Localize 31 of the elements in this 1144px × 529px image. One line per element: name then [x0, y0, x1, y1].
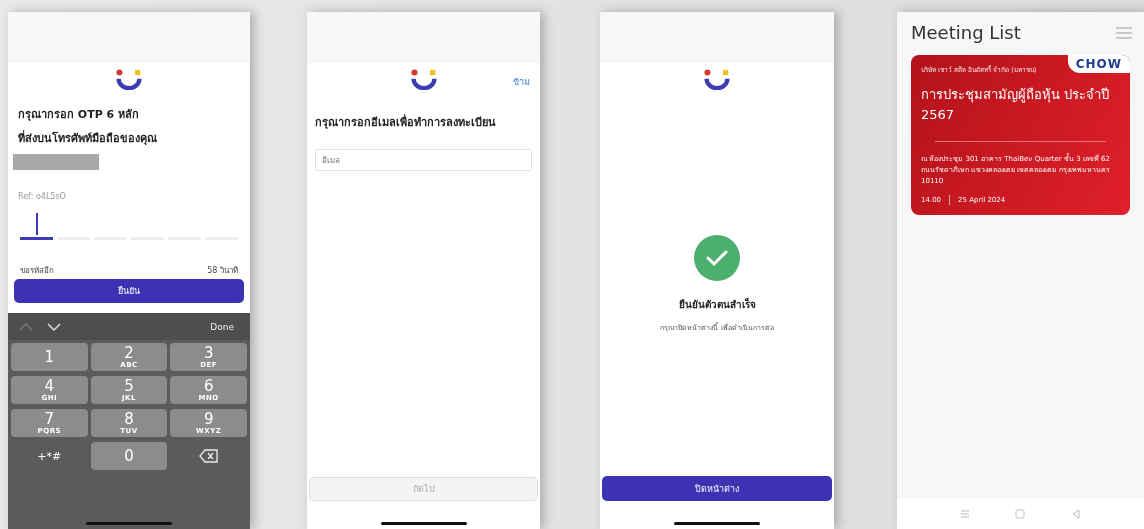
home-icon[interactable]: [1015, 509, 1026, 519]
otp-digit-slot[interactable]: [20, 211, 53, 240]
keypad-key[interactable]: 1: [11, 343, 88, 371]
skip-link[interactable]: ข้าม: [513, 75, 530, 89]
menu-icon[interactable]: [1116, 26, 1132, 39]
backspace-icon: [198, 449, 219, 463]
page-title: Meeting List: [911, 22, 1021, 43]
email-field[interactable]: อีเมล: [315, 149, 532, 171]
otp-subtitle: ที่ส่งบนโทรศัพท์มือถือของคุณ: [18, 129, 158, 147]
close-window-button[interactable]: ปิดหน้าต่าง: [602, 476, 832, 501]
countdown-timer: 58 วินาที: [207, 265, 238, 277]
resend-label: ขอรหัสอีก: [20, 265, 54, 277]
back-icon[interactable]: [1071, 509, 1082, 519]
logo-icon: [410, 69, 437, 90]
done-button[interactable]: Done: [204, 320, 240, 333]
chevron-down-icon[interactable]: [46, 321, 62, 332]
meeting-title: การประชุมสามัญผู้ถือหุ้น ประจำปี 2567: [920, 86, 1111, 124]
otp-title: กรุณากรอก OTP 6 หลัก: [18, 107, 141, 123]
success-title: ยืนยันตัวตนสำเร็จ: [678, 297, 756, 312]
reference-code: Ref: o4L5sO: [18, 192, 67, 201]
confirm-button[interactable]: ยืนยัน: [14, 279, 244, 303]
company-logo: CHOW: [1067, 55, 1130, 73]
meeting-card[interactable]: [911, 55, 1130, 215]
recent-apps-icon[interactable]: [959, 509, 970, 519]
success-check-icon: [694, 235, 740, 281]
email-title: กรุณากรอกอีเมลเพื่อทำการลงทะเบียน: [315, 113, 497, 131]
logo-icon: [116, 69, 142, 90]
keypad-key[interactable]: 0: [90, 442, 168, 470]
chevron-up-icon[interactable]: [18, 321, 34, 332]
logo-icon: [704, 69, 730, 90]
symbols-key[interactable]: +*#: [11, 442, 88, 470]
